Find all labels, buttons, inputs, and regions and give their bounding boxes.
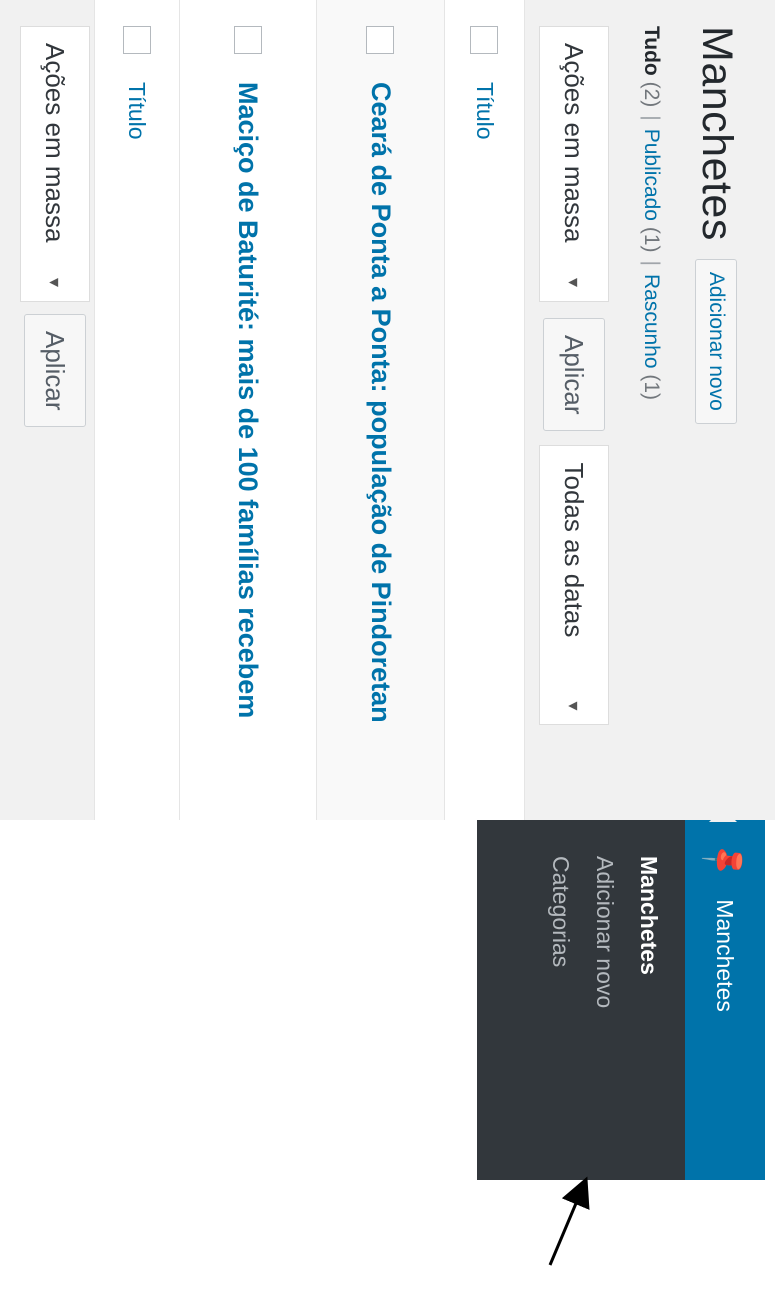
chevron-down-icon: ▾ <box>564 701 585 711</box>
apply-button-top[interactable]: Aplicar <box>543 318 605 432</box>
chevron-down-icon: ▾ <box>45 277 66 287</box>
sidebar-item-manchetes[interactable]: 📌 Manchetes <box>685 820 765 1180</box>
page-title: Manchetes <box>693 26 741 241</box>
current-menu-arrow <box>709 808 737 822</box>
select-all-checkbox-footer[interactable] <box>123 26 151 54</box>
column-title-footer[interactable]: Título <box>124 82 151 140</box>
bulk-actions-select-bottom[interactable]: Ações em massa ▾ <box>20 26 90 302</box>
add-new-button[interactable]: Adicionar novo <box>695 258 738 424</box>
table-footer-row: Título <box>94 0 179 820</box>
status-filter-links: Tudo (2)|Publicado (1)|Rascunho (1) <box>640 26 663 401</box>
annotation-arrow-icon <box>548 1176 590 1266</box>
bottom-tablenav: Ações em massa ▾ Aplicar <box>20 26 90 428</box>
sidebar-item-label: Manchetes <box>712 899 739 1012</box>
top-tablenav: Ações em massa ▾ Aplicar Todas as datas … <box>539 26 609 726</box>
row-checkbox[interactable] <box>234 26 262 54</box>
posts-table: Título Ceará de Ponta a Ponta: população… <box>94 0 525 820</box>
chevron-down-icon: ▾ <box>564 277 585 287</box>
filter-draft[interactable]: Rascunho (1) <box>640 274 663 400</box>
submenu-item-manchetes[interactable]: Manchetes <box>627 856 671 1180</box>
pin-icon: 📌 <box>700 835 750 886</box>
filter-published[interactable]: Publicado (1) <box>640 129 663 253</box>
select-all-checkbox[interactable] <box>470 26 499 54</box>
submenu-item-categories[interactable]: Categorias <box>539 856 583 1180</box>
bulk-actions-select-top[interactable]: Ações em massa ▾ <box>539 26 609 302</box>
row-checkbox[interactable] <box>366 26 395 54</box>
table-row: Ceará de Ponta a Ponta: população de Pin… <box>316 0 444 820</box>
post-title-link[interactable]: Ceará de Ponta a Ponta: população de Pin… <box>365 82 396 723</box>
sidebar-submenu: Manchetes Adicionar novo Categorias <box>477 820 685 1180</box>
table-header-row: Título <box>444 0 524 820</box>
date-filter-select[interactable]: Todas as datas ▾ <box>539 445 609 726</box>
filter-all[interactable]: Tudo (2) <box>640 26 663 107</box>
page-header: Manchetes Adicionar novo <box>692 26 741 424</box>
main-content: Manchetes Adicionar novo Tudo (2)|Public… <box>0 0 775 820</box>
table-row: Maciço de Baturité: mais de 100 famílias… <box>179 0 316 820</box>
post-title-link[interactable]: Maciço de Baturité: mais de 100 famílias… <box>233 82 264 718</box>
submenu-item-add-new[interactable]: Adicionar novo <box>583 856 627 1180</box>
apply-button-bottom[interactable]: Aplicar <box>24 314 86 428</box>
column-title-header[interactable]: Título <box>471 82 498 140</box>
rotated-admin-view: Manchetes Adicionar novo Tudo (2)|Public… <box>0 0 775 1289</box>
